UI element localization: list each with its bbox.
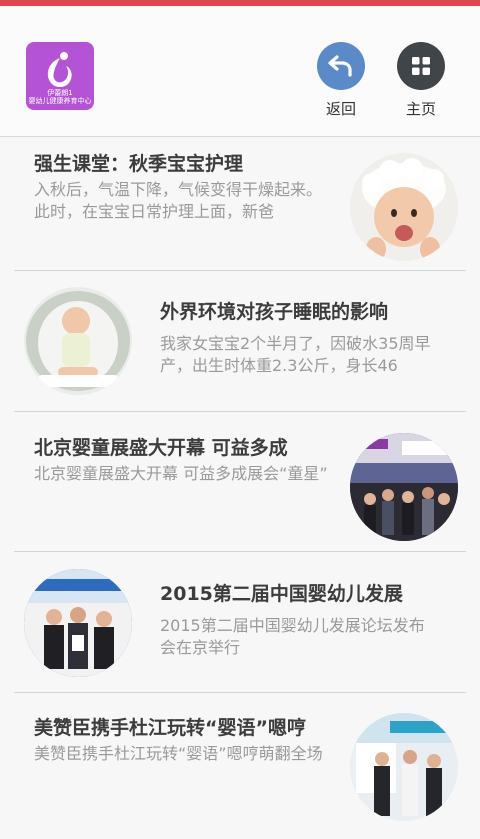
- article-title: 美赞臣携手杜江玩转“婴语”嗯哼: [34, 717, 306, 739]
- article-item[interactable]: 2015第二届中国婴幼儿发展 2015第二届中国婴幼儿发展论坛发布会在京举行: [0, 557, 480, 697]
- article-title: 2015第二届中国婴幼儿发展: [160, 583, 403, 605]
- app-logo: 伊蕾朗1 婴幼儿健康养育中心: [26, 42, 94, 110]
- back-label: 返回: [325, 100, 356, 118]
- article-item[interactable]: 强生课堂：秋季宝宝护理 入秋后，气温下降，气候变得干燥起来。此时，在宝宝日常护理…: [0, 137, 480, 277]
- article-thumbnail: [350, 713, 458, 821]
- article-thumbnail: [350, 433, 458, 541]
- grid-icon: [397, 42, 445, 90]
- article-thumbnail: [24, 287, 132, 395]
- article-item[interactable]: 北京婴童展盛大开幕 可益多成 北京婴童展盛大开幕 可益多成展会“童星”: [0, 417, 480, 557]
- divider: [14, 270, 466, 271]
- article-title: 北京婴童展盛大开幕 可益多成: [34, 437, 288, 459]
- home-button[interactable]: 主页: [389, 42, 453, 119]
- article-item[interactable]: 美赞臣携手杜江玩转“婴语”嗯哼 美赞臣携手杜江玩转“婴语”嗯哼萌翻全场: [0, 699, 480, 839]
- divider: [14, 692, 466, 693]
- article-title: 强生课堂：秋季宝宝护理: [34, 153, 244, 175]
- article-item[interactable]: 外界环境对孩子睡眠的影响 我家女宝宝2个半月了，因破水35周早产，出生时体重2.…: [0, 277, 480, 417]
- article-desc: 美赞臣携手杜江玩转“婴语”嗯哼萌翻全场: [34, 744, 323, 763]
- article-desc: 我家女宝宝2个半月了，因破水35周早产，出生时体重2.3公斤，身长46: [160, 334, 431, 375]
- article-desc: 入秋后，气温下降，气候变得干燥起来。此时，在宝宝日常护理上面，新爸: [34, 180, 323, 221]
- article-title: 外界环境对孩子睡眠的影响: [160, 301, 389, 323]
- home-label: 主页: [405, 100, 436, 118]
- divider: [14, 411, 466, 412]
- divider: [14, 551, 466, 552]
- article-thumbnail: [24, 569, 132, 677]
- logo-text: 伊蕾朗1 婴幼儿健康养育中心: [28, 89, 92, 105]
- article-desc: 北京婴童展盛大开幕 可益多成展会“童星”: [34, 464, 328, 483]
- undo-arrow-icon: [317, 42, 365, 90]
- app-header: 伊蕾朗1 婴幼儿健康养育中心 返回 主页: [0, 6, 480, 137]
- article-thumbnail: [350, 153, 458, 261]
- back-button[interactable]: 返回: [309, 42, 373, 119]
- article-desc: 2015第二届中国婴幼儿发展论坛发布会在京举行: [160, 616, 425, 657]
